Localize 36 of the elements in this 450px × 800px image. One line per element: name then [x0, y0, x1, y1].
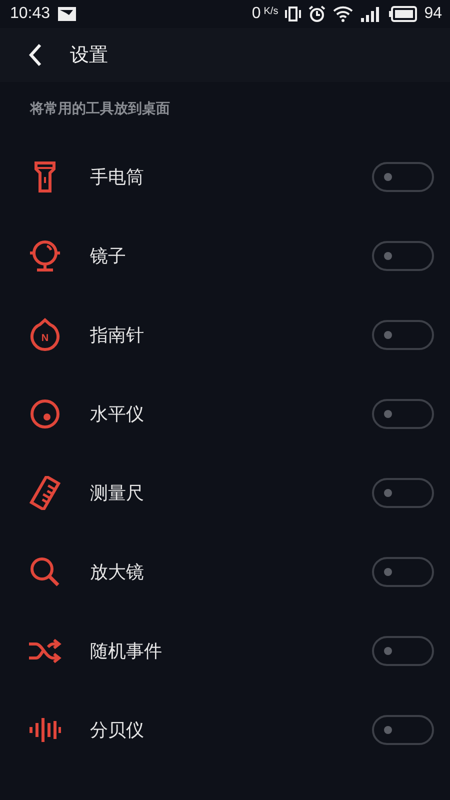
- toggle-switch[interactable]: [372, 556, 434, 586]
- shuffle-icon: [28, 638, 62, 664]
- tool-label: 镜子: [90, 244, 127, 268]
- back-icon[interactable]: [28, 43, 42, 67]
- mirror-icon: [29, 238, 61, 272]
- tool-label: 放大镜: [90, 560, 145, 584]
- tool-label: 随机事件: [90, 640, 163, 662]
- flashlight-icon: [34, 160, 56, 192]
- toggle-switch[interactable]: [372, 636, 434, 666]
- status-time: 10:43: [10, 5, 50, 23]
- tool-label: 测量尺: [90, 482, 145, 504]
- image-icon: [57, 6, 78, 22]
- tool-label: 手电筒: [90, 166, 145, 188]
- page-title: 设置: [70, 43, 108, 68]
- vibrate-icon: [285, 6, 302, 22]
- toggle-switch[interactable]: [372, 478, 434, 508]
- network-speed: 0: [252, 5, 261, 23]
- tool-label: 指南针: [90, 324, 145, 346]
- tool-label: 分贝仪: [90, 718, 145, 742]
- wifi-icon: [333, 6, 354, 22]
- toggle-switch[interactable]: [372, 320, 434, 350]
- alarm-icon: [308, 5, 326, 23]
- battery-level: 94: [424, 5, 442, 23]
- toggle-switch[interactable]: [372, 162, 434, 192]
- toggle-switch[interactable]: [372, 240, 434, 270]
- section-label: 将常用的工具放到桌面: [28, 100, 171, 119]
- toggle-switch[interactable]: [372, 714, 434, 744]
- tool-label: 水平仪: [90, 402, 145, 426]
- sound-wave-icon: [29, 716, 61, 742]
- compass-icon: N: [29, 318, 61, 352]
- toggle-switch[interactable]: [372, 398, 434, 428]
- level-icon: [29, 398, 61, 430]
- speed-unit: K/s: [264, 6, 278, 16]
- ruler-icon: [29, 476, 61, 510]
- search-icon: [29, 556, 61, 588]
- battery-icon: [389, 6, 418, 22]
